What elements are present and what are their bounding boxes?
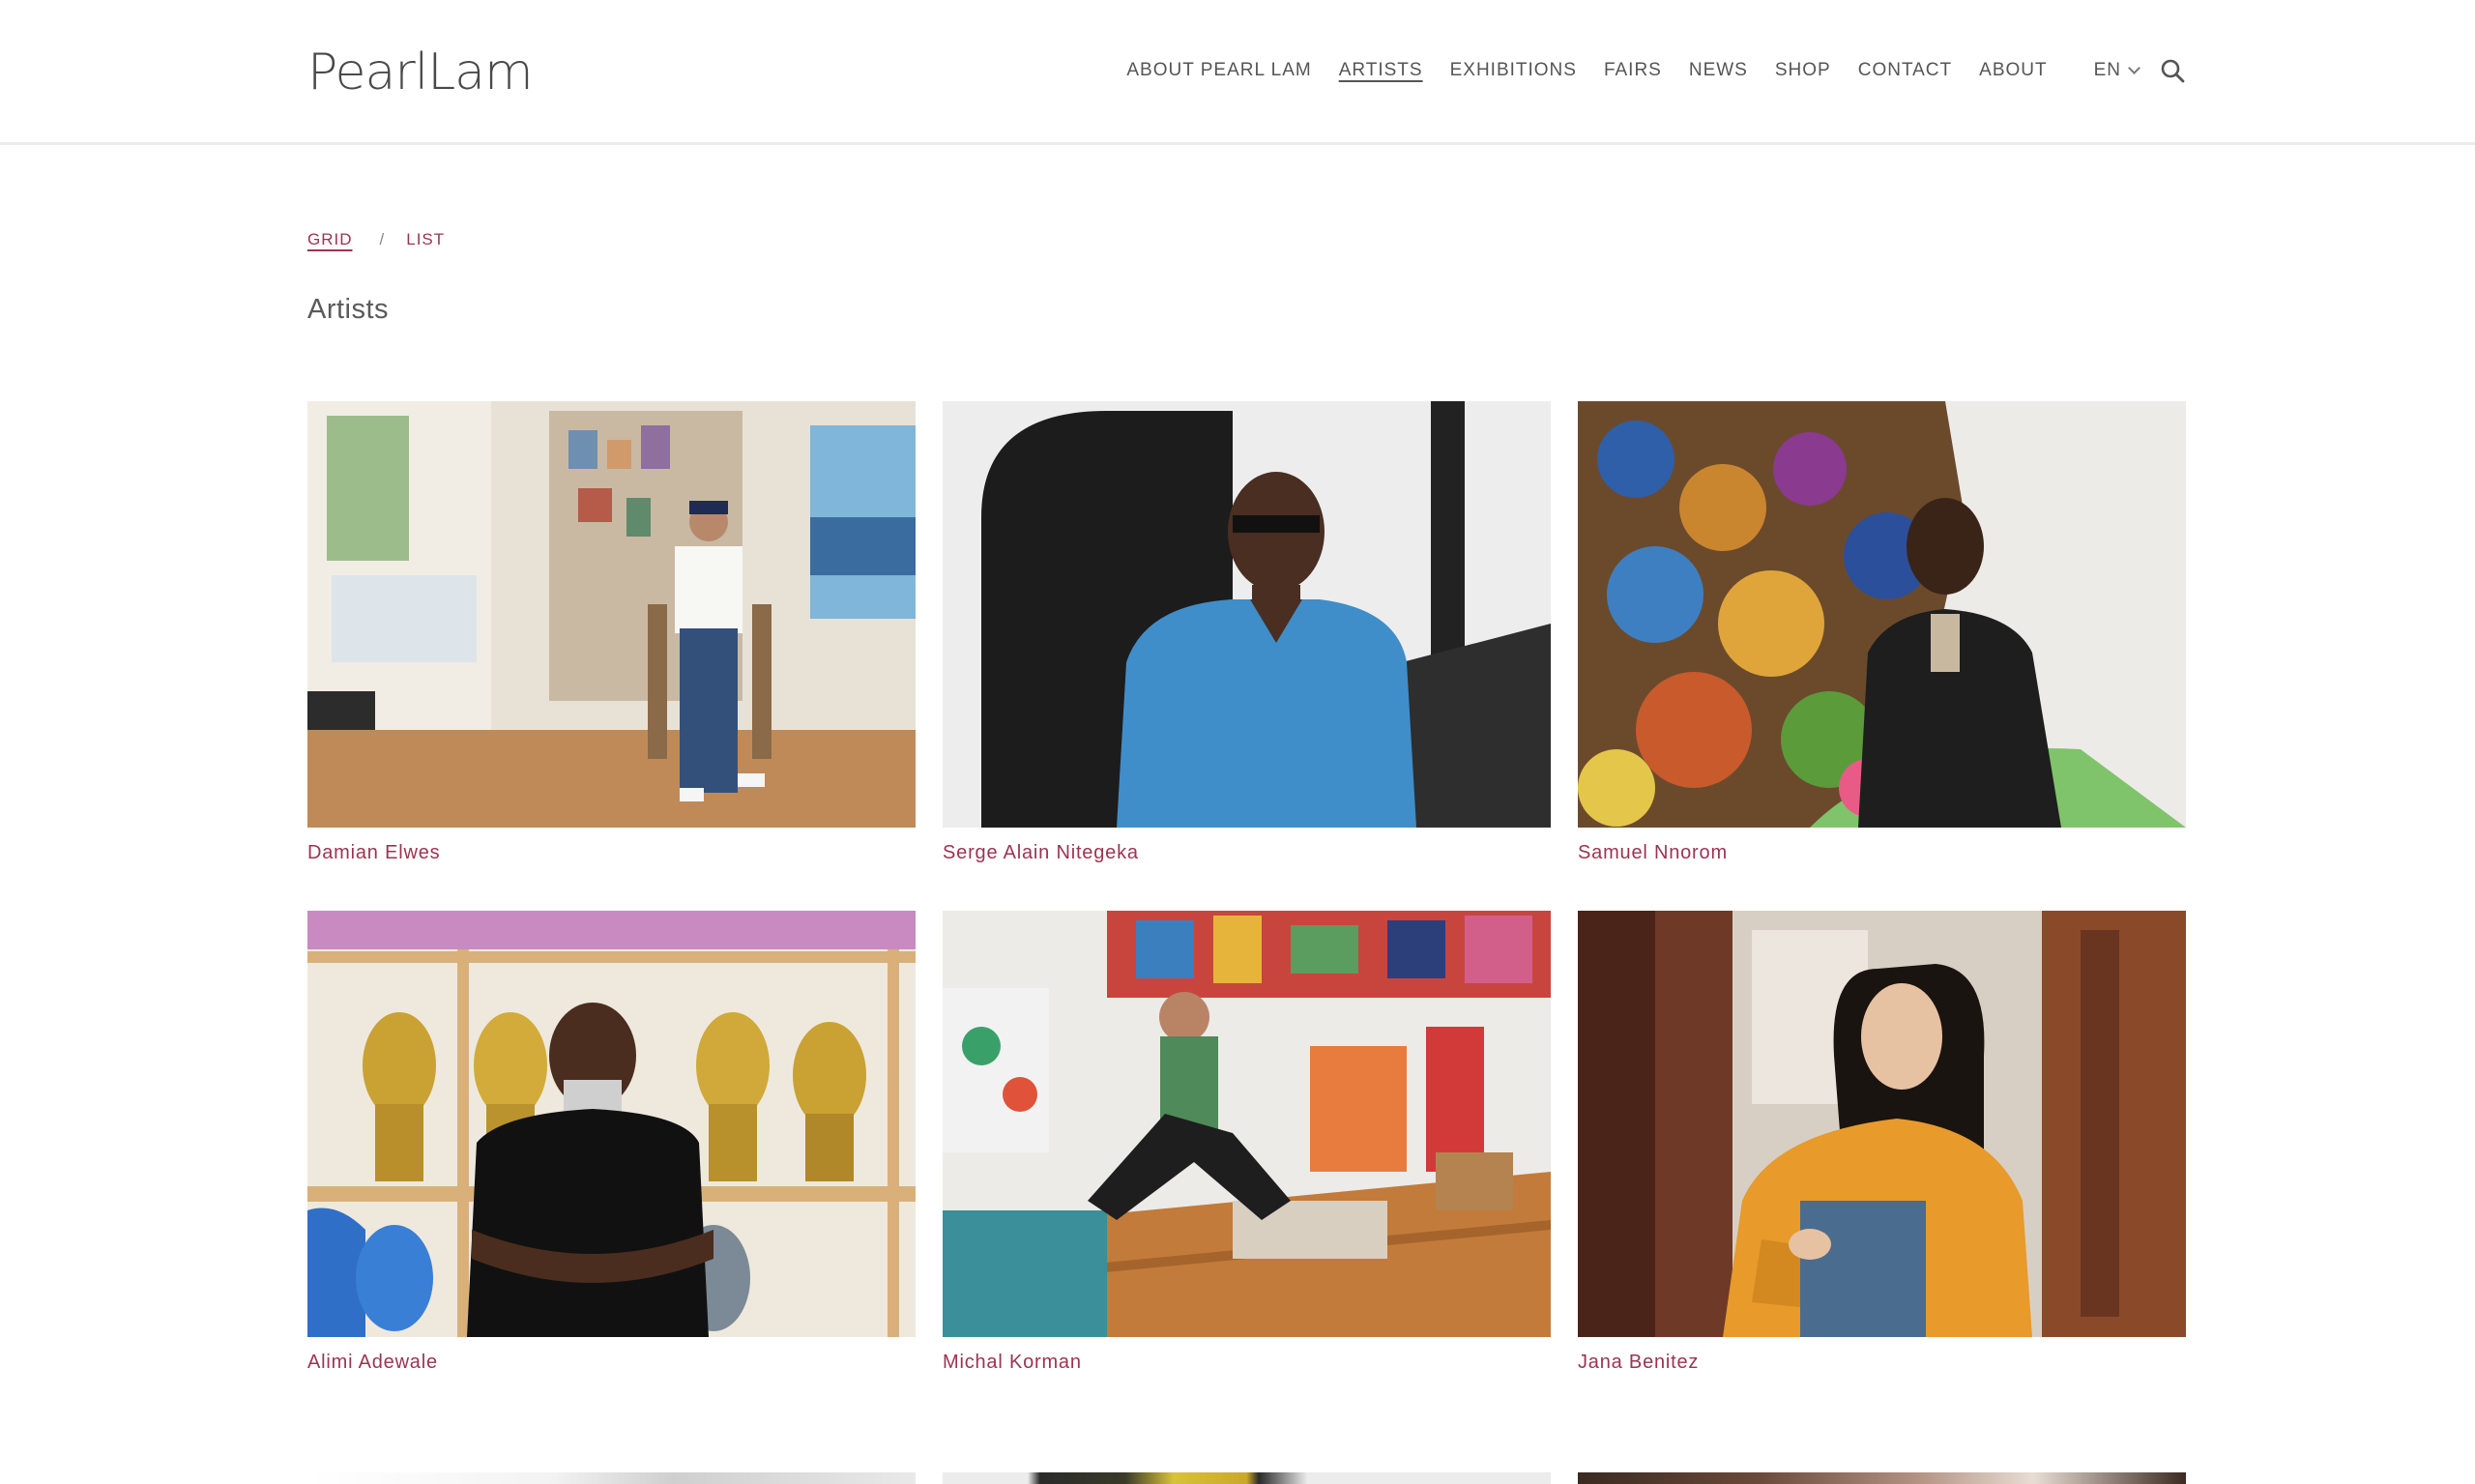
artist-photo[interactable] <box>307 1420 916 1484</box>
artist-portrait-image <box>1578 401 2186 828</box>
nav-item-exhibitions[interactable]: EXHIBITIONS <box>1450 54 1577 87</box>
artist-portrait-image <box>1578 1472 2186 1484</box>
artist-grid: Damian Elwes Serge Alain Nitegeka Samuel… <box>307 401 2188 1484</box>
artist-name[interactable]: Damian Elwes <box>307 842 916 864</box>
artist-name[interactable]: Jana Benitez <box>1578 1352 2186 1374</box>
artist-name[interactable]: Michal Korman <box>943 1352 1551 1374</box>
artist-portrait-image <box>307 1472 916 1484</box>
artist-name[interactable]: Alimi Adewale <box>307 1352 916 1374</box>
artist-photo[interactable] <box>943 911 1551 1337</box>
artist-card[interactable]: Alimi Adewale <box>307 911 916 1420</box>
view-toggle: GRID / LIST <box>307 228 445 251</box>
artist-card[interactable] <box>1578 1420 2186 1484</box>
nav-item-artists[interactable]: ARTISTS <box>1339 54 1423 87</box>
site-header: PearlLam ABOUT PEARL LAM ARTISTS EXHIBIT… <box>0 0 2475 145</box>
artist-portrait-image <box>943 401 1551 828</box>
artist-name[interactable]: Serge Alain Nitegeka <box>943 842 1551 864</box>
artist-portrait-image <box>1578 911 2186 1337</box>
chevron-down-icon <box>2128 61 2140 74</box>
language-selector[interactable]: EN <box>2093 60 2140 81</box>
artist-photo[interactable] <box>1578 401 2186 828</box>
artist-portrait-image <box>943 1472 1551 1484</box>
artist-card[interactable]: Serge Alain Nitegeka <box>943 401 1551 911</box>
nav-item-news[interactable]: NEWS <box>1689 54 1748 87</box>
artist-photo[interactable] <box>1578 911 2186 1337</box>
nav-item-contact[interactable]: CONTACT <box>1858 54 1952 87</box>
artist-card[interactable]: Michal Korman <box>943 911 1551 1420</box>
nav-item-fairs[interactable]: FAIRS <box>1604 54 1662 87</box>
nav-item-shop[interactable]: SHOP <box>1775 54 1831 87</box>
artist-card[interactable]: Samuel Nnorom <box>1578 401 2186 911</box>
grid-view-link[interactable]: GRID <box>307 230 353 249</box>
artist-card[interactable]: Damian Elwes <box>307 401 916 911</box>
artist-photo[interactable] <box>943 1420 1551 1484</box>
artist-photo[interactable] <box>943 401 1551 828</box>
artist-card[interactable] <box>943 1420 1551 1484</box>
artist-photo[interactable] <box>307 401 916 828</box>
toggle-separator: / <box>379 230 386 248</box>
list-view-link[interactable]: LIST <box>406 230 445 249</box>
main-nav: ABOUT PEARL LAM ARTISTS EXHIBITIONS FAIR… <box>1126 54 2187 87</box>
artist-portrait-image <box>943 911 1551 1337</box>
artist-card[interactable] <box>307 1420 916 1484</box>
artist-card[interactable]: Jana Benitez <box>1578 911 2186 1420</box>
pearl-lam-logo[interactable]: PearlLam <box>307 39 534 106</box>
nav-item-about-pearl-lam[interactable]: ABOUT PEARL LAM <box>1126 54 1311 87</box>
search-icon <box>2161 59 2185 83</box>
language-label: EN <box>2093 60 2121 80</box>
artist-photo[interactable] <box>1578 1420 2186 1484</box>
page-title: Artists <box>307 294 390 325</box>
artist-portrait-image <box>307 911 916 1337</box>
nav-item-about[interactable]: ABOUT <box>1979 54 2047 87</box>
artist-name[interactable]: Samuel Nnorom <box>1578 842 2186 864</box>
artist-photo[interactable] <box>307 911 916 1337</box>
search-button[interactable] <box>2158 56 2187 85</box>
artist-portrait-image <box>307 401 916 828</box>
